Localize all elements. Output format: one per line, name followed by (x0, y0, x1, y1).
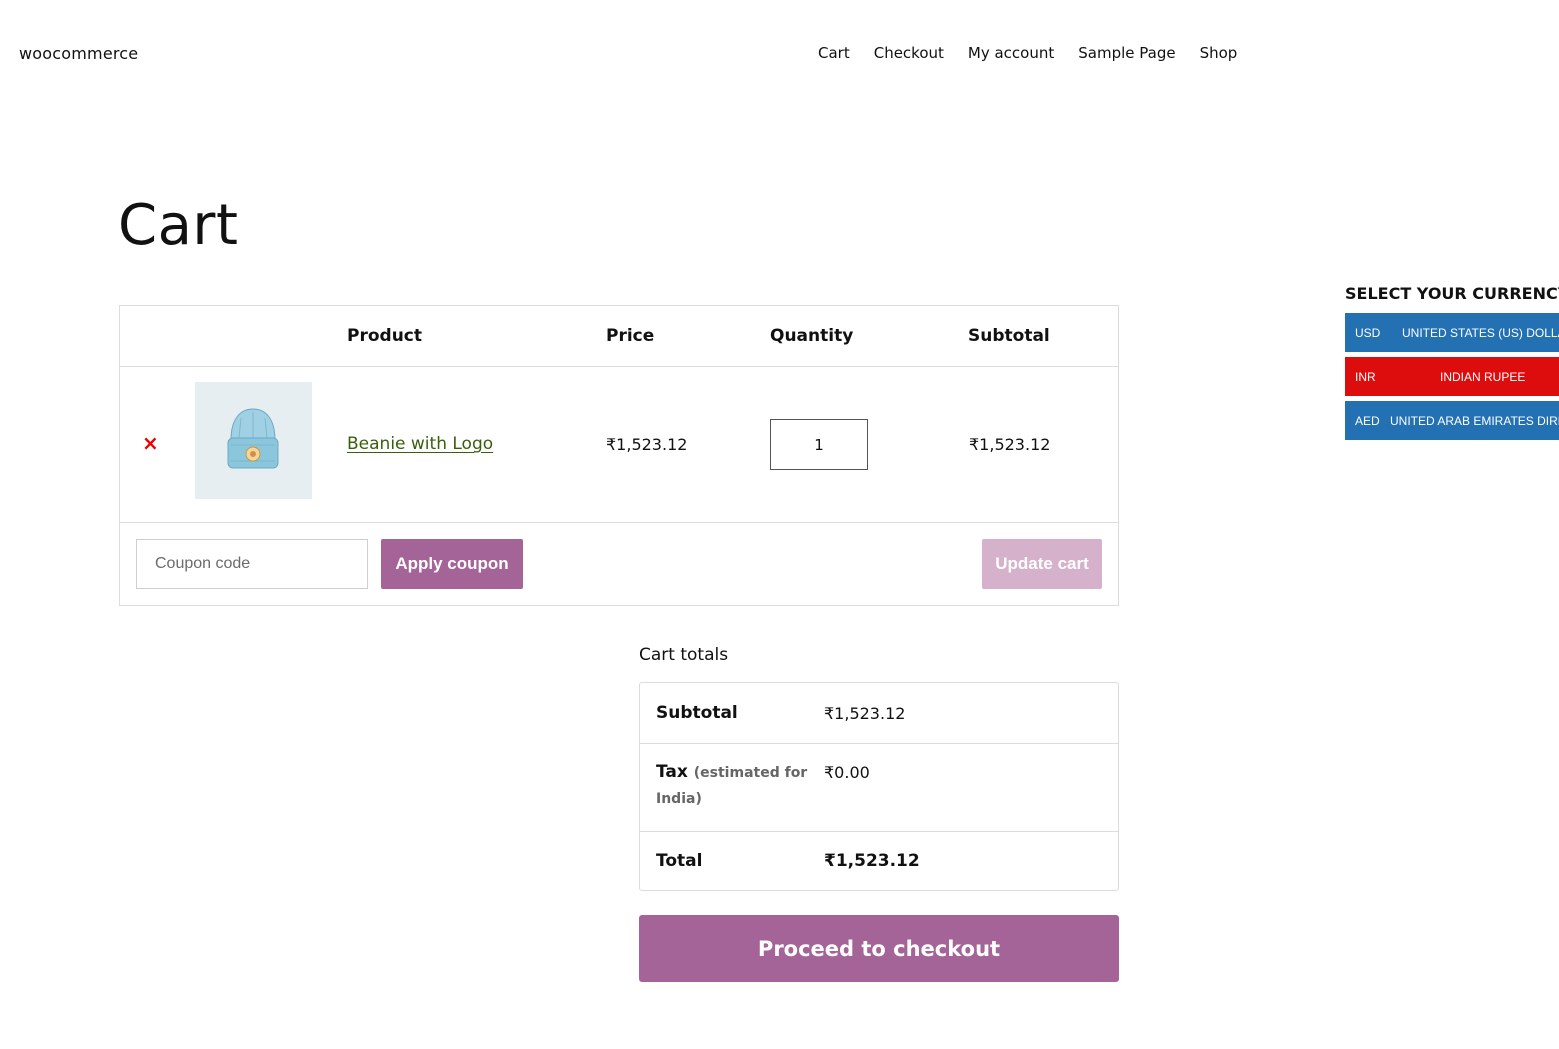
quantity-value: 1 (814, 435, 824, 454)
tax-note-line1: (estimated for (693, 765, 808, 781)
totals-total-label: Total (656, 851, 703, 871)
currency-option-usd[interactable]: USD UNITED STATES (US) DOLLAR (1345, 313, 1559, 352)
cart-table: Product Price Quantity Subtotal × Beanie… (119, 305, 1119, 606)
header-quantity: Quantity (770, 326, 854, 346)
apply-coupon-button[interactable]: Apply coupon (381, 539, 523, 589)
currency-name: UNITED STATES (US) DOLLAR (1402, 326, 1559, 340)
currency-code: USD (1355, 326, 1381, 340)
header-subtotal: Subtotal (968, 326, 1050, 346)
currency-switcher-title: SELECT YOUR CURRENCY (1345, 284, 1559, 303)
currency-name: UNITED ARAB EMIRATES DIRHAM (1390, 414, 1559, 428)
product-price: ₹1,523.12 (606, 435, 688, 454)
page-title: Cart (118, 193, 239, 258)
header-price: Price (606, 326, 655, 346)
site-title[interactable]: woocommerce (19, 44, 138, 63)
product-thumbnail[interactable] (195, 382, 312, 499)
tax-label-text: Tax (656, 762, 688, 782)
remove-item-icon[interactable]: × (142, 433, 159, 453)
nav-shop[interactable]: Shop (1200, 44, 1238, 62)
divider (120, 522, 1118, 523)
currency-code: INR (1355, 370, 1376, 384)
quantity-input[interactable]: 1 (770, 419, 868, 470)
proceed-to-checkout-button[interactable]: Proceed to checkout (639, 915, 1119, 982)
product-subtotal: ₹1,523.12 (969, 435, 1051, 454)
currency-option-inr[interactable]: INR INDIAN RUPEE (1345, 357, 1559, 396)
product-name-link[interactable]: Beanie with Logo (347, 434, 493, 454)
header-product: Product (347, 326, 422, 346)
beanie-image (227, 408, 279, 469)
totals-total-value: ₹1,523.12 (824, 851, 920, 871)
totals-subtotal-value: ₹1,523.12 (824, 704, 906, 723)
totals-tax-label: Tax (estimated for (656, 762, 807, 782)
cart-totals-table: Subtotal ₹1,523.12 Tax (estimated for In… (639, 682, 1119, 891)
totals-subtotal-label: Subtotal (656, 703, 738, 723)
currency-option-aed[interactable]: AED UNITED ARAB EMIRATES DIRHAM (1345, 401, 1559, 440)
divider (640, 831, 1118, 832)
nav-cart[interactable]: Cart (818, 44, 850, 62)
nav-checkout[interactable]: Checkout (874, 44, 944, 62)
nav-my-account[interactable]: My account (968, 44, 1054, 62)
divider (120, 366, 1118, 367)
update-cart-button[interactable]: Update cart (982, 539, 1102, 589)
coupon-code-input[interactable] (136, 539, 368, 589)
nav-sample-page[interactable]: Sample Page (1078, 44, 1175, 62)
currency-name: INDIAN RUPEE (1440, 370, 1526, 384)
tax-note-line2: India) (656, 791, 702, 807)
main-nav: Cart Checkout My account Sample Page Sho… (818, 44, 1237, 62)
totals-tax-value: ₹0.00 (824, 763, 870, 782)
divider (640, 743, 1118, 744)
cart-totals-heading: Cart totals (639, 645, 729, 665)
currency-code: AED (1355, 414, 1380, 428)
